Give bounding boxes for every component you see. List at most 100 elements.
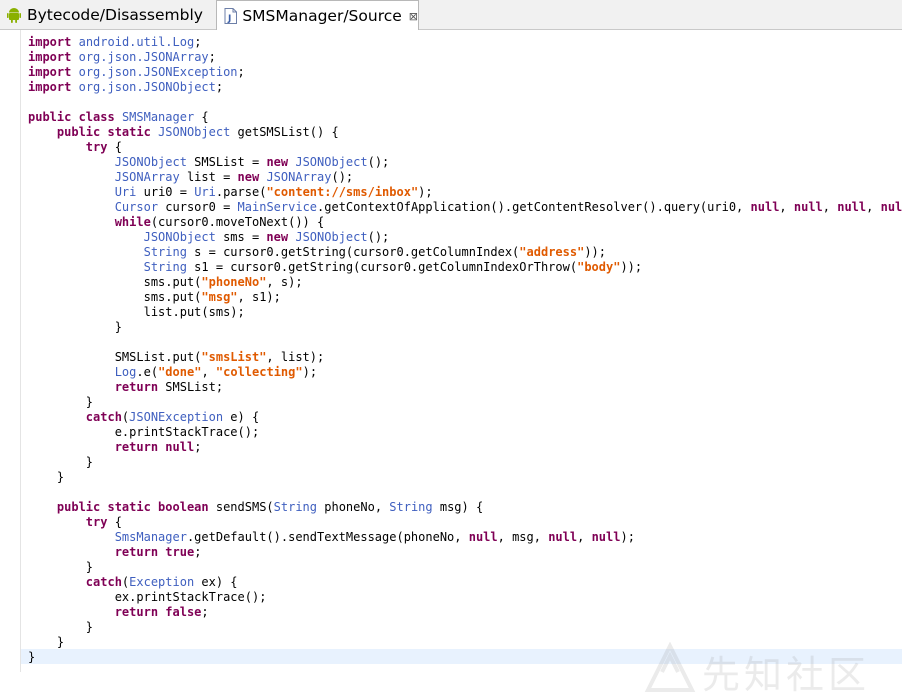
code-text: s1 = cursor0.getString(cursor0.getColumn… (186, 259, 578, 274)
string-literal: "address" (519, 244, 585, 259)
code-text: )); (584, 244, 607, 259)
keyword-token: new (266, 154, 289, 169)
code-text: { (107, 514, 122, 529)
code-text: } (28, 469, 65, 484)
code-text: )); (620, 259, 643, 274)
code-text: .getContextOfApplication().getContentRes… (317, 199, 751, 214)
type-token: Uri (194, 184, 216, 199)
type-token: JSONArray (266, 169, 332, 184)
code-text: } (28, 319, 122, 334)
code-text: } (28, 559, 94, 574)
code-line: } (28, 455, 902, 470)
tab-smsmanager-source[interactable]: J SMSManager/Source ⊠ (216, 0, 419, 31)
code-line: } (28, 395, 902, 410)
code-text: sms = (215, 229, 267, 244)
watermark-logo-icon (644, 641, 696, 692)
tab-bytecode-disassembly[interactable]: Bytecode/Disassembly (0, 0, 216, 30)
string-literal: "body" (577, 259, 621, 274)
type-token: SMSManager (121, 109, 195, 124)
code-text: } (28, 394, 94, 409)
code-line: JSONObject SMSList = new JSONObject(); (28, 155, 902, 170)
code-text: sms.put( (28, 289, 202, 304)
type-token: JSONObject (143, 229, 216, 244)
type-token: String (273, 499, 318, 514)
code-text: , s1); (237, 289, 281, 304)
keyword-token: new (237, 169, 260, 184)
code-text: e.printStackTrace(); (28, 424, 260, 439)
code-area[interactable]: import android.util.Log; import org.json.… (28, 35, 902, 665)
keyword-token: return true (114, 544, 195, 559)
type-token: JSONObject (114, 154, 187, 169)
code-text: ); (620, 529, 635, 544)
string-literal: "phoneNo" (201, 274, 267, 289)
type-token: JSONObject (158, 124, 231, 139)
code-line: import org.json.JSONException; (28, 65, 902, 80)
keyword-token: null (548, 529, 578, 544)
code-text: ; (208, 49, 216, 64)
code-text: , (779, 199, 794, 214)
code-line: String s = cursor0.getString(cursor0.get… (28, 245, 902, 260)
keyword-token: return null (114, 439, 195, 454)
keyword-token: try (85, 514, 108, 529)
code-text: uri0 = (136, 184, 195, 199)
code-line: while(cursor0.moveToNext()) { (28, 215, 902, 230)
string-literal: "collecting" (215, 364, 303, 379)
source-editor[interactable]: import android.util.Log; import org.json.… (0, 30, 902, 697)
code-line: public static JSONObject getSMSList() { (28, 125, 902, 140)
code-text: ); (418, 184, 433, 199)
code-line: JSONArray list = new JSONArray(); (28, 170, 902, 185)
code-text: list.put(sms); (28, 304, 245, 319)
code-line: sms.put("phoneNo", s); (28, 275, 902, 290)
code-line: try { (28, 515, 902, 530)
code-line: import android.util.Log; (28, 35, 902, 50)
string-literal: "smsList" (201, 349, 267, 364)
code-text: (); (331, 169, 354, 184)
type-token: Log (114, 364, 137, 379)
keyword-token: catch (85, 409, 122, 424)
code-text: (cursor0.moveToNext()) { (150, 214, 325, 229)
string-literal: "done" (158, 364, 202, 379)
code-line: return false; (28, 605, 902, 620)
tab-label: SMSManager/Source (242, 7, 402, 25)
code-line: catch(JSONException e) { (28, 410, 902, 425)
code-line: catch(Exception ex) { (28, 575, 902, 590)
keyword-token: import (28, 64, 72, 79)
editor-gutter (0, 30, 20, 672)
code-text: ; (194, 544, 202, 559)
keyword-token: import (28, 79, 72, 94)
keyword-token: null (468, 529, 498, 544)
code-line: Uri uri0 = Uri.parse("content://sms/inbo… (28, 185, 902, 200)
close-icon[interactable]: ⊠ (409, 10, 418, 23)
string-literal: "msg" (201, 289, 238, 304)
keyword-token: import (28, 49, 72, 64)
keyword-token: public static boolean (56, 499, 209, 514)
code-text: (); (367, 154, 390, 169)
type-token: org.json.JSONException (78, 64, 238, 79)
code-text: list = (179, 169, 238, 184)
keyword-token: return (114, 379, 159, 394)
android-icon (6, 7, 22, 23)
code-text: e) { (223, 409, 260, 424)
code-text: ; (194, 439, 202, 454)
code-text: , (822, 199, 838, 214)
code-text: .getDefault().sendTextMessage(phoneNo, (186, 529, 469, 544)
keyword-token: new (266, 229, 289, 244)
code-line: import org.json.JSONArray; (28, 50, 902, 65)
code-line: list.put(sms); (28, 305, 902, 320)
code-line: return true; (28, 545, 902, 560)
keyword-token: public static (56, 124, 151, 139)
type-token: String (389, 499, 433, 514)
